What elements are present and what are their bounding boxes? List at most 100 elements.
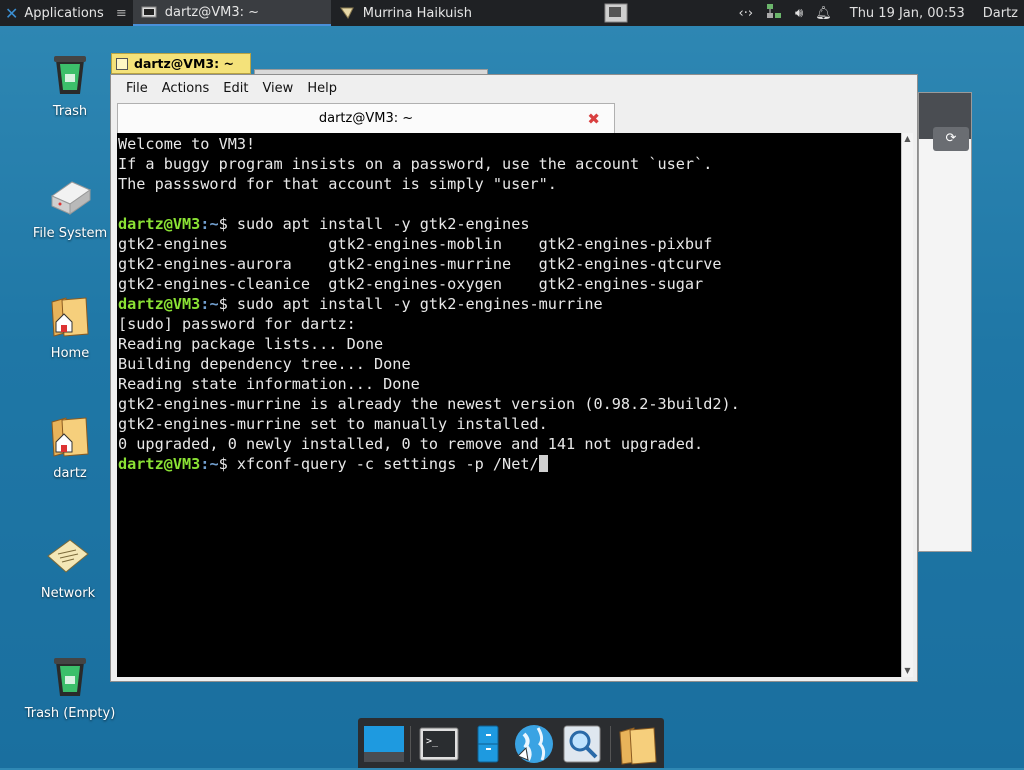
notifications-bell-icon[interactable]: 🔔︎: [815, 6, 832, 21]
prompt-symbol: $: [219, 295, 237, 313]
output-text: Welcome to VM3!: [118, 135, 255, 153]
window-menu-icon[interactable]: [116, 58, 128, 70]
dock: >_: [358, 718, 664, 768]
folder-icon: [46, 412, 94, 460]
output-text: 0 upgraded, 0 newly installed, 0 to remo…: [118, 435, 703, 453]
separator-icon: ≡: [116, 6, 127, 21]
web-browser-icon[interactable]: [512, 722, 556, 766]
theme-icon: [339, 6, 355, 20]
drive-icon: [46, 172, 94, 220]
command-text: sudo apt install -y gtk2-engines: [237, 215, 530, 233]
prompt-user: dartz@VM3: [118, 295, 200, 313]
output-text: Building dependency tree... Done: [118, 355, 411, 373]
output-text: Reading state information... Done: [118, 375, 420, 393]
terminal-line: Building dependency tree... Done: [118, 354, 901, 374]
file-manager-icon[interactable]: [466, 722, 510, 766]
scroll-up-arrow-icon[interactable]: ▲: [902, 133, 913, 145]
desktop-icon-label: Trash (Empty): [10, 706, 130, 721]
reload-icon[interactable]: ⟳: [933, 127, 969, 151]
user-menu[interactable]: Dartz: [983, 6, 1018, 21]
workspace-icon: [601, 2, 631, 24]
taskbar-item-label: Murrina Haikuish: [363, 6, 472, 21]
terminal-icon: [141, 5, 157, 19]
prompt-path: :~: [200, 215, 218, 233]
terminal-line: dartz@VM3:~$ sudo apt install -y gtk2-en…: [118, 294, 901, 314]
terminal-output[interactable]: Welcome to VM3! If a buggy program insist…: [117, 133, 901, 677]
output-text: gtk2-engines-cleanice gtk2-engines-oxyge…: [118, 275, 703, 293]
terminal-line: gtk2-engines-murrine is already the newe…: [118, 394, 901, 414]
terminal-tab[interactable]: dartz@VM3: ~ ✖: [117, 103, 615, 133]
terminal-line: If a buggy program insists on a password…: [118, 154, 901, 174]
menu-view[interactable]: View: [255, 81, 300, 96]
scroll-down-arrow-icon[interactable]: ▼: [902, 665, 913, 677]
menu-help[interactable]: Help: [300, 81, 344, 96]
xfce-logo-icon: ✕: [5, 4, 18, 23]
terminal-window[interactable]: File Actions Edit View Help dartz@VM3: ~…: [110, 74, 918, 682]
applications-label: Applications: [24, 6, 103, 21]
output-text: The passsword for that account is simply…: [118, 175, 557, 193]
terminal-line: gtk2-engines-aurora gtk2-engines-murrine…: [118, 254, 901, 274]
output-text: Reading package lists... Done: [118, 335, 383, 353]
background-window[interactable]: ⟳: [918, 92, 972, 552]
terminal-line: Reading state information... Done: [118, 374, 901, 394]
terminal-window-title[interactable]: dartz@VM3: ~: [111, 53, 251, 74]
terminal-line: gtk2-engines-cleanice gtk2-engines-oxyge…: [118, 274, 901, 294]
network-status-icon[interactable]: [765, 2, 783, 24]
terminal-line: 0 upgraded, 0 newly installed, 0 to remo…: [118, 434, 901, 454]
close-tab-icon[interactable]: ✖: [587, 110, 600, 128]
prompt-symbol: $: [219, 215, 237, 233]
terminal-line: Reading package lists... Done: [118, 334, 901, 354]
prompt-user: dartz@VM3: [118, 215, 200, 233]
terminal-line: dartz@VM3:~$ xfconf-query -c settings -p…: [118, 454, 901, 474]
menu-actions[interactable]: Actions: [155, 81, 217, 96]
output-text: If a buggy program insists on a password…: [118, 155, 712, 173]
menu-file[interactable]: File: [119, 81, 155, 96]
dock-separator: [410, 726, 411, 762]
terminal-line: dartz@VM3:~$ sudo apt install -y gtk2-en…: [118, 214, 901, 234]
terminal-line: Welcome to VM3!: [118, 134, 901, 154]
prompt-user: dartz@VM3: [118, 455, 200, 473]
terminal-line: [118, 194, 901, 214]
output-text: gtk2-engines-murrine is already the newe…: [118, 395, 740, 413]
system-tray: ‹·› 🔊︎ 🔔︎ Thu 19 Jan, 00:53 Dartz: [739, 2, 1024, 24]
output-text: gtk2-engines gtk2-engines-moblin gtk2-en…: [118, 235, 712, 253]
trash-icon: [46, 50, 94, 98]
terminal-tab-label: dartz@VM3: ~: [319, 111, 413, 126]
command-text: sudo apt install -y gtk2-engines-murrine: [237, 295, 603, 313]
taskbar-item-murrina-haikuish[interactable]: Murrina Haikuish: [331, 0, 601, 26]
output-text: [sudo] password for dartz:: [118, 315, 356, 333]
command-text: xfconf-query -c settings -p /Net/: [237, 455, 539, 473]
terminal-menubar: File Actions Edit View Help: [111, 75, 917, 101]
output-text: gtk2-engines-aurora gtk2-engines-murrine…: [118, 255, 721, 273]
terminal-scrollbar[interactable]: ▲ ▼: [901, 133, 913, 677]
prompt-path: :~: [200, 455, 218, 473]
trash-empty-icon: [46, 652, 94, 700]
window-title-text: dartz@VM3: ~: [134, 56, 234, 71]
terminal-line: [sudo] password for dartz:: [118, 314, 901, 334]
volume-icon[interactable]: 🔊︎: [795, 6, 803, 21]
text-cursor: [539, 455, 548, 472]
menu-edit[interactable]: Edit: [216, 81, 255, 96]
prompt-symbol: $: [219, 455, 237, 473]
home-folder-icon: [46, 292, 94, 340]
network-icon: [44, 532, 92, 580]
folder-icon[interactable]: [616, 722, 660, 766]
network-arrows-icon[interactable]: ‹·›: [739, 6, 754, 21]
taskbar-item-terminal[interactable]: dartz@VM3: ~: [133, 0, 331, 26]
prompt-path: :~: [200, 295, 218, 313]
show-desktop-icon[interactable]: [362, 722, 406, 766]
applications-menu-button[interactable]: ✕ Applications ≡: [0, 0, 133, 26]
dock-separator: [610, 726, 611, 762]
terminal-line: gtk2-engines-murrine set to manually ins…: [118, 414, 901, 434]
top-panel: ✕ Applications ≡ dartz@VM3: ~ Murrina Ha…: [0, 0, 1024, 26]
terminal-line: gtk2-engines gtk2-engines-moblin gtk2-en…: [118, 234, 901, 254]
clock[interactable]: Thu 19 Jan, 00:53: [844, 6, 971, 21]
app-finder-icon[interactable]: [560, 722, 604, 766]
workspace-switcher[interactable]: [601, 0, 631, 26]
svg-text:>_: >_: [426, 736, 439, 747]
taskbar-item-label: dartz@VM3: ~: [165, 5, 259, 20]
terminal-line: The passsword for that account is simply…: [118, 174, 901, 194]
output-text: gtk2-engines-murrine set to manually ins…: [118, 415, 548, 433]
terminal-icon[interactable]: >_: [418, 722, 462, 766]
terminal-tabbar: dartz@VM3: ~ ✖: [111, 101, 917, 133]
